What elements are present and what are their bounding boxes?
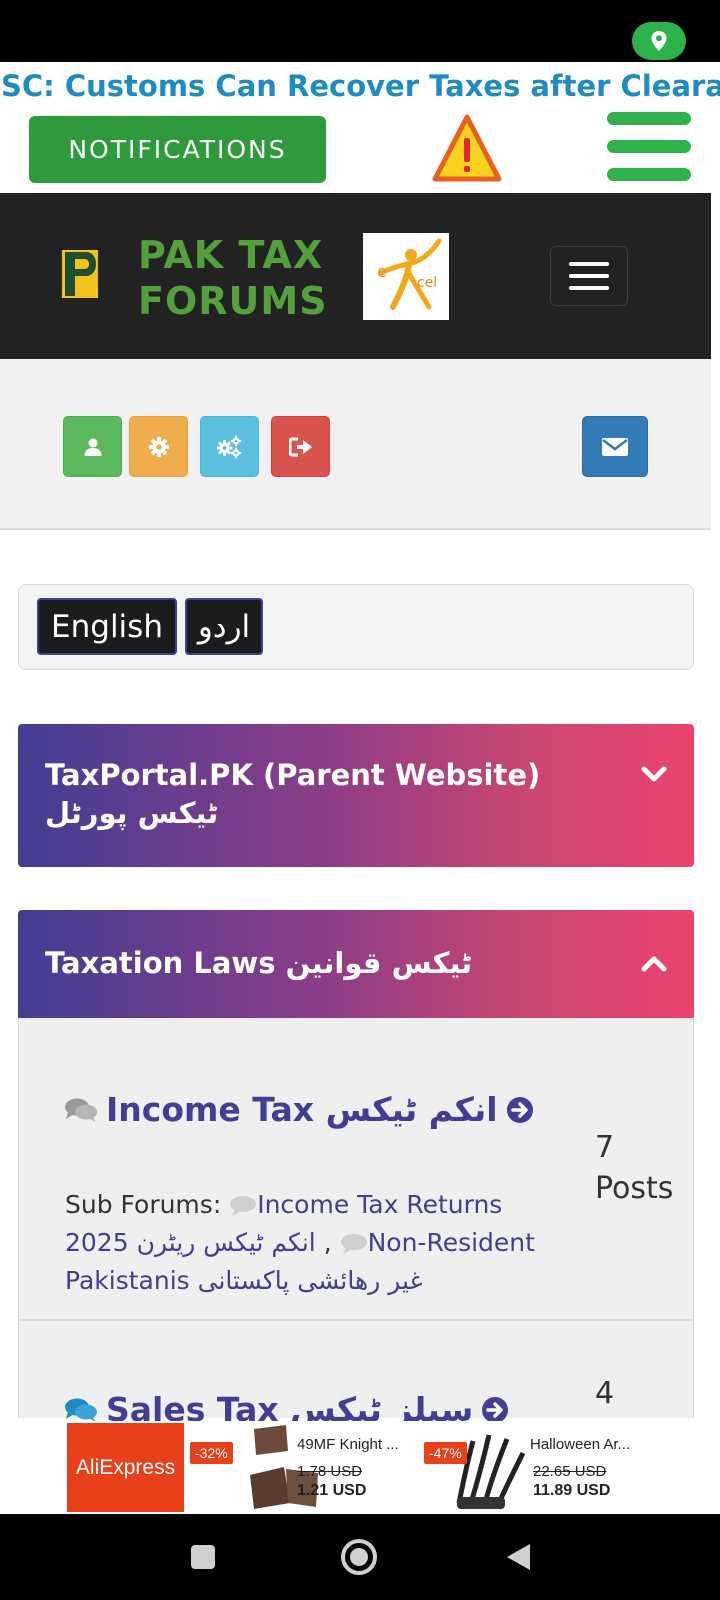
toggle-bar: [569, 262, 609, 266]
ad-product-name[interactable]: 49MF Knight ...: [297, 1436, 399, 1453]
forum-post-count: 4: [595, 1376, 615, 1411]
back-icon: [507, 1544, 530, 1570]
news-ticker[interactable]: SC: Customs Can Recover Taxes after Clea…: [0, 64, 720, 108]
forum-divider: [18, 1319, 694, 1321]
notifications-button[interactable]: NOTIFICATIONS: [29, 116, 326, 183]
recents-button[interactable]: [181, 1535, 225, 1579]
warning-icon[interactable]: [432, 114, 502, 182]
ad-old-price: 22.65 USD: [533, 1463, 607, 1480]
gears-icon: [216, 435, 241, 458]
category-header-taxation-laws[interactable]: Taxation Laws ٹیکس قوانین: [18, 910, 694, 1018]
location-pin-icon: [651, 31, 667, 51]
arrow-circle-right-icon: [482, 1396, 509, 1423]
subforum-separator: ,: [323, 1228, 332, 1257]
subforums-label: Sub Forums:: [65, 1190, 222, 1219]
category-title: TaxPortal.PK (Parent Website) ٹیکس پورٹل: [45, 758, 541, 830]
nav-toggle-button[interactable]: [550, 246, 628, 306]
chevron-down-icon[interactable]: [636, 756, 672, 792]
home-icon: [341, 1539, 377, 1575]
user-icon: [84, 438, 101, 456]
urdu-language-button[interactable]: اردو: [185, 598, 263, 655]
ad-new-price: 1.21 USD: [297, 1482, 367, 1499]
svg-text:cel: cel: [417, 275, 437, 291]
logout-button[interactable]: [271, 416, 330, 477]
ad-discount-badge: -32%: [190, 1442, 233, 1464]
gear-icon: [148, 436, 169, 457]
forum-link-income-tax[interactable]: Income Tax انکم ٹیکس: [64, 1090, 534, 1129]
logout-icon: [288, 437, 312, 456]
profile-button[interactable]: [63, 416, 122, 477]
category-title: Taxation Laws ٹیکس قوانین: [45, 946, 473, 980]
comment-icon: [340, 1234, 367, 1254]
ad-brand-logo[interactable]: AliExpress: [67, 1423, 184, 1512]
ad-discount-badge: -47%: [424, 1442, 467, 1464]
forum-post-count: 7: [595, 1130, 615, 1165]
category-header-taxportal[interactable]: TaxPortal.PK (Parent Website) ٹیکس پورٹل: [18, 724, 694, 867]
menu-bar: [607, 112, 691, 125]
ad-new-price: 11.89 USD: [533, 1482, 611, 1499]
back-button[interactable]: [496, 1535, 540, 1579]
chevron-up-icon[interactable]: [636, 946, 672, 982]
comments-icon: [65, 1098, 97, 1122]
svg-text:e: e: [377, 262, 387, 281]
forum-post-count-label: Posts: [595, 1171, 674, 1206]
ad-product-image[interactable]: [449, 1423, 527, 1511]
recents-icon: [191, 1545, 215, 1569]
main-menu-button[interactable]: [607, 112, 691, 182]
settings-button[interactable]: [129, 416, 188, 477]
site-logo-icon[interactable]: [62, 250, 98, 298]
messages-button[interactable]: [582, 416, 648, 477]
subforums-list: Sub Forums: Income Tax Returns 2025 انکم…: [65, 1186, 565, 1300]
comments-icon: [65, 1398, 97, 1422]
english-language-button[interactable]: English: [37, 598, 177, 655]
menu-bar: [607, 140, 691, 153]
site-title[interactable]: PAK TAX FORUMS: [138, 232, 338, 324]
site-title-line: PAK TAX: [138, 233, 324, 277]
toggle-bar: [569, 274, 609, 278]
mail-icon: [602, 437, 628, 456]
ad-old-price: 1.78 USD: [297, 1463, 363, 1480]
toggle-bar: [569, 286, 609, 290]
menu-bar: [607, 168, 691, 181]
comment-icon: [230, 1196, 257, 1216]
location-indicator: [632, 22, 686, 60]
home-button[interactable]: [337, 1535, 381, 1579]
forum-title: Income Tax انکم ٹیکس: [106, 1090, 498, 1129]
page: SC: Customs Can Recover Taxes after Clea…: [0, 0, 720, 1600]
admin-settings-button[interactable]: [200, 416, 259, 477]
excel-logo-icon[interactable]: e cel: [363, 233, 449, 320]
site-title-line: FORUMS: [138, 279, 328, 323]
arrow-circle-right-icon: [506, 1096, 533, 1123]
status-bar: [0, 0, 720, 62]
ad-product-name[interactable]: Halloween Ar...: [530, 1436, 630, 1453]
